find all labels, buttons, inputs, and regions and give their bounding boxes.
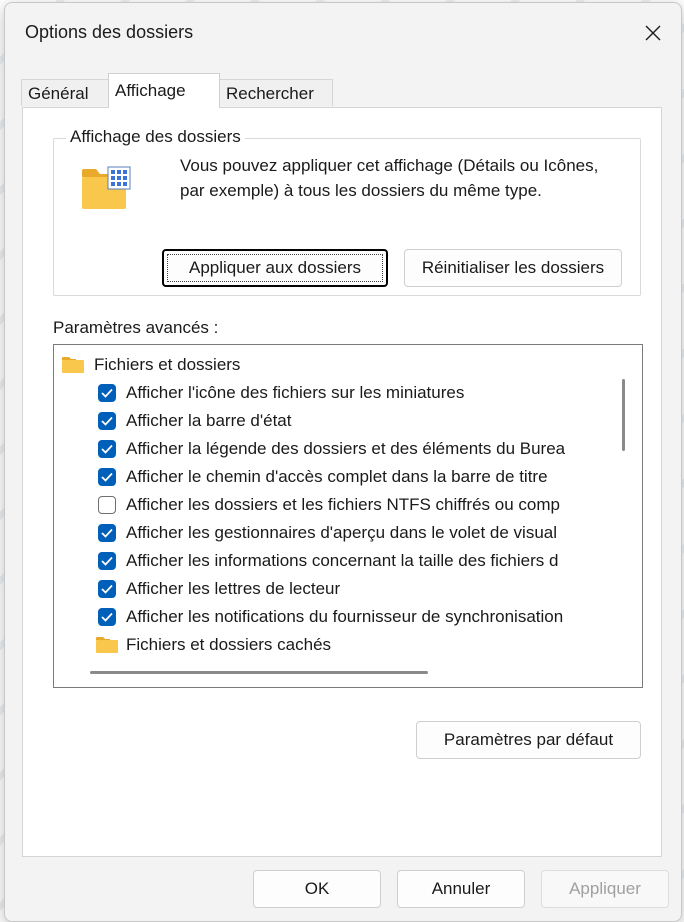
checkbox-checked[interactable] <box>98 412 116 430</box>
setting-label: Afficher l'icône des fichiers sur les mi… <box>126 383 465 402</box>
folder-view-description: Vous pouvez appliquer cet affichage (Dét… <box>180 156 599 200</box>
checkbox-checked[interactable] <box>98 384 116 402</box>
setting-row[interactable]: Afficher les informations concernant la … <box>54 547 614 575</box>
horizontal-scrollbar[interactable] <box>90 671 428 674</box>
setting-label: Afficher les gestionnaires d'aperçu dans… <box>126 523 558 542</box>
vertical-scrollbar[interactable] <box>622 379 625 451</box>
tab-general[interactable]: Général <box>21 79 109 106</box>
setting-row[interactable]: Afficher la barre d'état <box>54 407 614 435</box>
setting-row[interactable]: Afficher les gestionnaires d'aperçu dans… <box>54 519 614 547</box>
close-button[interactable] <box>625 3 681 63</box>
setting-label: Afficher le chemin d'accès complet dans … <box>126 467 548 486</box>
checkmark-icon <box>101 472 113 482</box>
checkbox-checked[interactable] <box>98 608 116 626</box>
folder-grid-icon <box>82 166 131 209</box>
apply-to-folders-button[interactable]: Appliquer aux dossiers <box>162 249 388 287</box>
folder-options-dialog: Options des dossiers Général Affichage R… <box>4 2 682 922</box>
checkbox-checked[interactable] <box>98 468 116 486</box>
checkmark-icon <box>101 584 113 594</box>
checkmark-icon <box>101 528 113 538</box>
setting-row[interactable]: Afficher les lettres de lecteur <box>54 575 614 603</box>
setting-row[interactable]: Afficher les notifications du fournisseu… <box>54 603 614 631</box>
setting-row[interactable]: Afficher la légende des dossiers et des … <box>54 435 614 463</box>
setting-label: Afficher les lettres de lecteur <box>126 579 341 598</box>
close-icon <box>645 25 661 41</box>
checkbox-checked[interactable] <box>98 580 116 598</box>
advanced-settings-label: Paramètres avancés : <box>53 318 219 337</box>
setting-label: Afficher les notifications du fournisseu… <box>126 607 564 626</box>
tree-folder-hidden-files[interactable]: Fichiers et dossiers cachés <box>54 631 614 659</box>
checkmark-icon <box>101 444 113 454</box>
cancel-button[interactable]: Annuler <box>397 870 525 908</box>
restore-defaults-button[interactable]: Paramètres par défaut <box>416 721 641 759</box>
tab-rechercher[interactable]: Rechercher <box>219 79 333 106</box>
setting-label: Afficher la légende des dossiers et des … <box>126 439 566 458</box>
checkbox-checked[interactable] <box>98 440 116 458</box>
tree-folder-label: Fichiers et dossiers cachés <box>126 635 332 654</box>
apply-button[interactable]: Appliquer <box>541 870 669 908</box>
setting-row[interactable]: Afficher les dossiers et les fichiers NT… <box>54 491 614 519</box>
tab-panel-affichage: Affichage des dossiers Vous pouvez appli… <box>22 107 662 857</box>
checkmark-icon <box>101 388 113 398</box>
checkbox-checked[interactable] <box>98 552 116 570</box>
checkbox-unchecked[interactable] <box>98 496 116 514</box>
folder-icon <box>96 637 118 653</box>
tab-affichage[interactable]: Affichage <box>108 73 220 108</box>
ok-button[interactable]: OK <box>253 870 381 908</box>
setting-label: Afficher les dossiers et les fichiers NT… <box>126 495 560 514</box>
checkmark-icon <box>101 416 113 426</box>
advanced-settings-tree[interactable]: Fichiers et dossiers Afficher l'icône de… <box>53 344 643 688</box>
checkbox-checked[interactable] <box>98 524 116 542</box>
tree-folder-label: Fichiers et dossiers <box>94 355 241 374</box>
dialog-footer: OK Annuler Appliquer <box>5 858 681 921</box>
folder-view-group-title: Affichage des dossiers <box>66 127 245 147</box>
setting-label: Afficher la barre d'état <box>126 411 292 430</box>
title-bar: Options des dossiers <box>5 3 681 63</box>
folder-icon <box>62 357 84 373</box>
reset-folders-button[interactable]: Réinitialiser les dossiers <box>404 249 622 287</box>
checkmark-icon <box>101 612 113 622</box>
checkmark-icon <box>101 556 113 566</box>
setting-row[interactable]: Afficher l'icône des fichiers sur les mi… <box>54 379 614 407</box>
tree-folder-files-and-folders: Fichiers et dossiers <box>54 351 614 379</box>
setting-label: Afficher les informations concernant la … <box>126 551 559 570</box>
folder-view-group: Affichage des dossiers Vous pouvez appli… <box>53 127 641 296</box>
window-title: Options des dossiers <box>25 22 194 42</box>
setting-row[interactable]: Afficher le chemin d'accès complet dans … <box>54 463 614 491</box>
